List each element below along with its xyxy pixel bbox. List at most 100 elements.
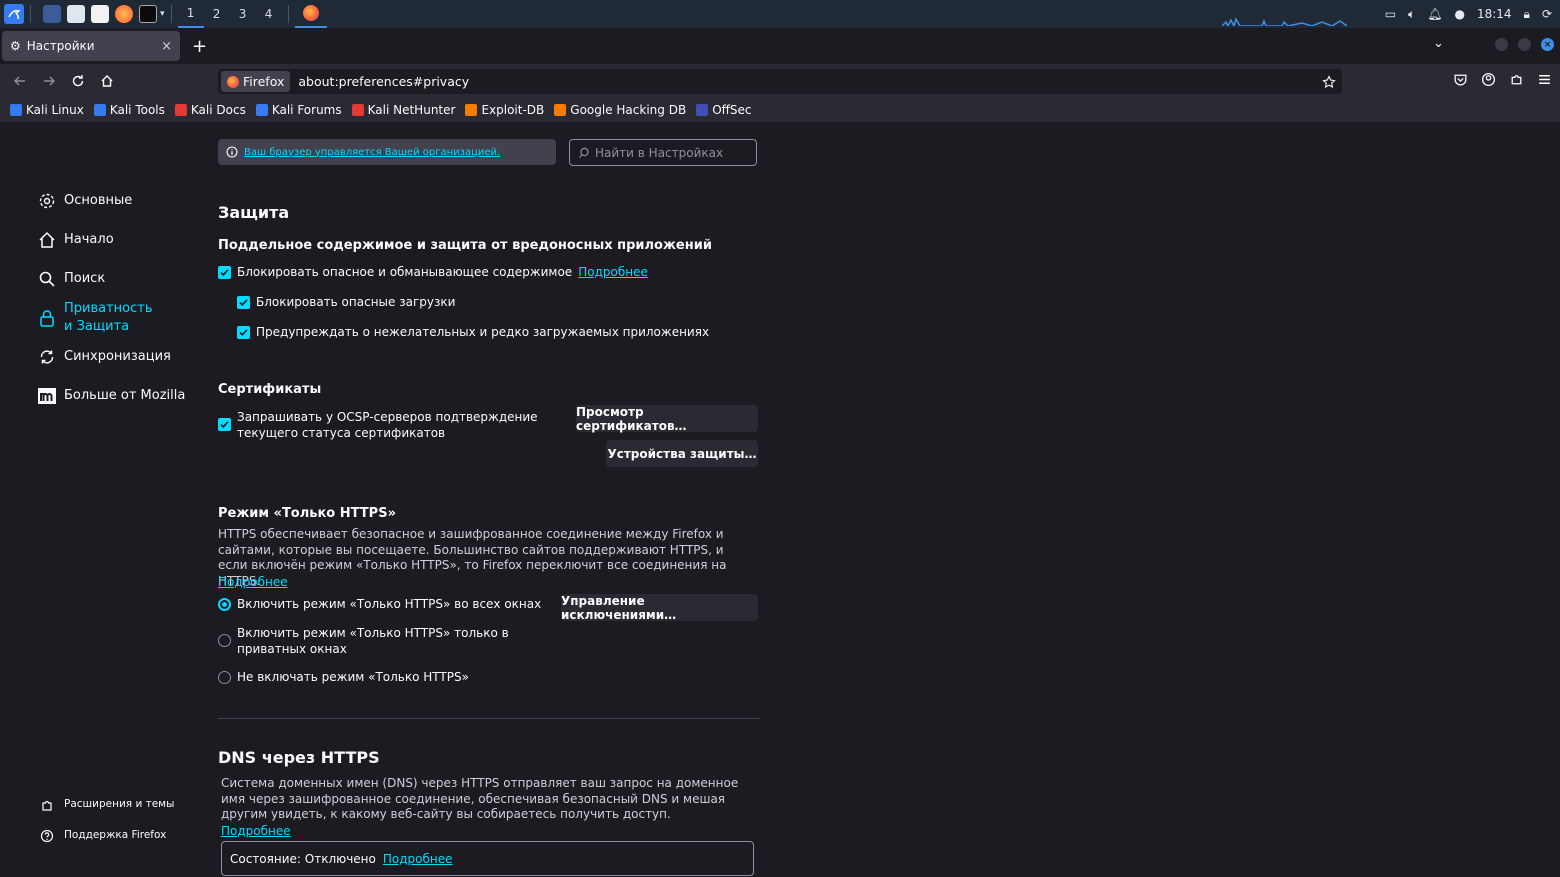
tab-title: Настройки — [26, 39, 95, 53]
policy-notice-link[interactable]: Ваш браузер управляется Вашей организаци… — [244, 147, 500, 158]
dns-learn-more[interactable]: Подробнее — [221, 824, 291, 838]
https-all-windows-radio[interactable] — [218, 598, 231, 611]
tab-strip: ⚙ Настройки × + ⌄ — [0, 28, 1560, 64]
sidebar-item-privacy[interactable]: Приватность и Защита — [36, 300, 196, 336]
bookmark-offsec[interactable]: OffSec — [696, 103, 752, 117]
sidebar-item-extensions-themes[interactable]: Расширения и темы — [36, 794, 196, 816]
maximize-button[interactable] — [1518, 38, 1531, 51]
ocsp-checkbox[interactable] — [218, 418, 231, 431]
https-only-learn-more[interactable]: Подробнее — [218, 575, 288, 589]
window-controls: × — [1495, 38, 1554, 51]
block-downloads-checkbox[interactable] — [237, 296, 250, 309]
lock-icon — [36, 307, 58, 329]
firefox-window-button[interactable] — [294, 0, 327, 28]
home-icon — [36, 229, 58, 251]
sidebar-item-search[interactable]: Поиск — [36, 268, 196, 290]
text-editor-icon[interactable] — [91, 5, 109, 23]
taskbar-separator — [170, 5, 172, 23]
home-button[interactable] — [92, 74, 121, 88]
https-off-radio[interactable] — [218, 671, 231, 684]
minimize-button[interactable] — [1495, 38, 1508, 51]
pocket-icon[interactable] — [1453, 72, 1468, 87]
manage-exceptions-button[interactable]: Управление исключениями… — [561, 594, 758, 622]
search-settings-input[interactable]: Найти в Настройках — [569, 139, 757, 166]
bookmark-google-hacking-db[interactable]: Google Hacking DB — [554, 103, 686, 117]
bookmark-star-icon[interactable] — [1322, 74, 1336, 89]
close-tab-icon[interactable]: × — [161, 39, 172, 54]
search-icon — [36, 268, 58, 290]
bookmark-kali-docs[interactable]: Kali Docs — [174, 103, 246, 117]
warn-unwanted-checkbox[interactable] — [237, 326, 250, 339]
file-manager-icon[interactable] — [67, 5, 85, 23]
terminal-icon[interactable] — [139, 5, 157, 23]
sidebar-item-home[interactable]: Начало — [36, 229, 196, 251]
help-icon — [36, 825, 58, 847]
search-placeholder: Найти в Настройках — [595, 145, 724, 160]
policy-notice: Ваш браузер управляется Вашей организаци… — [218, 139, 556, 165]
hamburger-menu-icon[interactable] — [1537, 72, 1552, 87]
system-taskbar: ▾ 1 2 3 4 ▭ 🔈︎ 🔔︎ ● 18:14 🔒︎ ⟳ — [0, 0, 1560, 28]
clock-icon: ● — [1454, 7, 1465, 21]
lock-screen-icon[interactable]: 🔒︎ — [1524, 7, 1530, 22]
kali-menu-icon[interactable] — [4, 4, 24, 24]
dns-over-https-heading: DNS через HTTPS — [218, 748, 380, 767]
workspace-1[interactable]: 1 — [177, 0, 204, 28]
back-button[interactable] — [5, 74, 34, 88]
dns-status-box: Состояние: Отключено Подробнее — [221, 841, 754, 876]
reload-button[interactable] — [63, 74, 92, 88]
address-bar[interactable]: Firefox about:preferences#privacy — [218, 69, 1342, 94]
bookmark-favicon-icon — [10, 104, 22, 116]
sidebar-item-sync[interactable]: Синхронизация — [36, 346, 196, 368]
https-off-row: Не включать режим «Только HTTPS» — [218, 670, 469, 684]
display-icon[interactable]: ▭ — [1385, 7, 1396, 21]
https-private-radio[interactable] — [218, 634, 231, 647]
security-devices-button[interactable]: Устройства защиты… — [606, 440, 758, 467]
workspace-4[interactable]: 4 — [256, 0, 282, 28]
https-all-windows-label: Включить режим «Только HTTPS» во всех ок… — [237, 597, 542, 611]
identity-box[interactable]: Firefox — [221, 71, 291, 92]
power-icon[interactable]: ⟳ — [1542, 7, 1552, 21]
new-tab-button[interactable]: + — [192, 36, 207, 57]
sidebar-item-firefox-support[interactable]: Поддержка Firefox — [36, 825, 196, 847]
block-dangerous-checkbox[interactable] — [218, 266, 231, 279]
chevron-down-icon[interactable]: ▾ — [160, 9, 165, 19]
list-all-tabs-icon[interactable]: ⌄ — [1433, 36, 1444, 51]
checkmark-icon — [239, 329, 248, 336]
notification-bell-icon[interactable]: 🔔︎ — [1427, 7, 1442, 21]
firefox-icon — [227, 75, 239, 88]
dns-status-learn-more[interactable]: Подробнее — [383, 852, 453, 866]
view-certificates-button[interactable]: Просмотр сертификатов… — [576, 405, 758, 433]
desktop-icon[interactable] — [43, 5, 61, 23]
sidebar-item-general[interactable]: Основные — [36, 190, 196, 212]
bookmark-kali-forums[interactable]: Kali Forums — [255, 103, 342, 117]
forward-button[interactable] — [34, 74, 63, 88]
tab-settings[interactable]: ⚙ Настройки × — [2, 31, 180, 61]
bookmark-favicon-icon — [255, 104, 268, 116]
bookmark-favicon-icon — [696, 104, 709, 116]
bookmark-favicon-icon — [174, 104, 187, 116]
sidebar-item-more-from-mozilla[interactable]: Больше от Mozilla — [36, 385, 196, 407]
bookmark-kali-tools[interactable]: Kali Tools — [93, 103, 165, 117]
clock-time[interactable]: 18:14 — [1477, 7, 1512, 21]
bookmark-favicon-icon — [554, 104, 567, 116]
volume-icon[interactable]: 🔈︎ — [1408, 7, 1415, 22]
firefox-launcher-icon[interactable] — [115, 5, 133, 23]
extensions-icon[interactable] — [1509, 72, 1524, 87]
close-window-button[interactable]: × — [1541, 38, 1554, 51]
toolbar-right — [1453, 72, 1552, 87]
bookmarks-toolbar: Kali Linux Kali Tools Kali Docs Kali For… — [0, 98, 1560, 122]
workspace-2[interactable]: 2 — [204, 0, 230, 28]
system-tray: ▭ 🔈︎ 🔔︎ ● 18:14 🔒︎ ⟳ — [1385, 0, 1552, 28]
block-dangerous-label: Блокировать опасное и обманывающее содер… — [237, 265, 573, 279]
bookmark-exploit-db[interactable]: Exploit-DB — [465, 103, 544, 117]
block-dangerous-learn-more[interactable]: Подробнее — [578, 265, 648, 279]
section-title: Защита — [218, 203, 290, 222]
deceptive-content-heading: Поддельное содержимое и защита от вредон… — [218, 238, 712, 253]
https-off-label: Не включать режим «Только HTTPS» — [237, 670, 469, 684]
bookmark-kali-linux[interactable]: Kali Linux — [10, 103, 84, 117]
bookmark-kali-nethunter[interactable]: Kali NetHunter — [351, 103, 455, 117]
url-text[interactable]: about:preferences#privacy — [298, 74, 469, 89]
network-graph-icon — [1222, 17, 1348, 26]
workspace-3[interactable]: 3 — [230, 0, 256, 28]
account-icon[interactable] — [1481, 72, 1496, 87]
